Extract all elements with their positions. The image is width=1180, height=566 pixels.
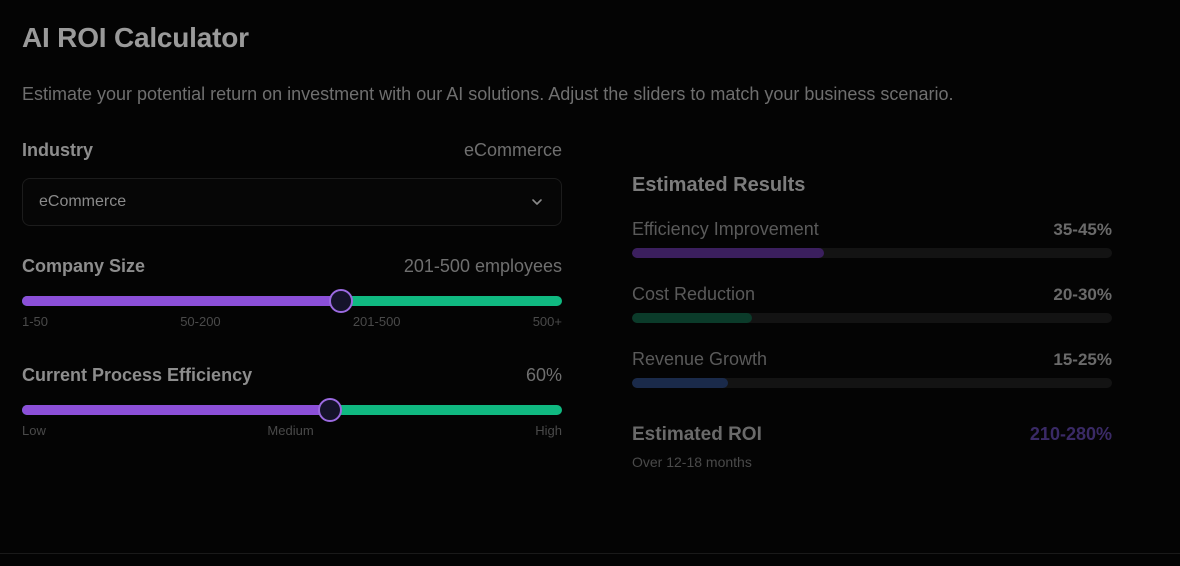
process-efficiency-slider[interactable] (22, 398, 562, 422)
process-efficiency-ticks: Low Medium High (22, 423, 562, 438)
roi-note: Over 12-18 months (632, 454, 752, 470)
company-size-tick: 50-200 (180, 314, 221, 329)
industry-select-value: eCommerce (39, 193, 127, 210)
metric-bar (632, 248, 1112, 258)
metric-header: Revenue Growth 15-25% (632, 349, 1112, 370)
metric-header: Cost Reduction 20-30% (632, 284, 1112, 305)
process-efficiency-field: Current Process Efficiency 60% Low Mediu… (22, 365, 562, 438)
company-size-slider-fill (22, 296, 341, 306)
company-size-ticks: 1-50 50-200 201-500 500+ (22, 314, 562, 329)
page-subtitle: Estimate your potential return on invest… (22, 84, 954, 104)
roi-label: Estimated ROI (632, 424, 762, 445)
metric-cost-reduction: Cost Reduction 20-30% (632, 284, 1112, 323)
company-size-value: 201-500 employees (403, 256, 562, 276)
bottom-divider (0, 553, 1180, 554)
roi-calculator-page: AI ROI Calculator Estimate your potentia… (0, 0, 1180, 566)
process-efficiency-slider-fill (22, 405, 330, 415)
metric-label: Efficiency Improvement (632, 219, 819, 239)
company-size-slider[interactable] (22, 289, 562, 313)
metric-header: Efficiency Improvement 35-45% (632, 219, 1112, 240)
company-size-field: Company Size 201-500 employees 1-50 50-2… (22, 256, 562, 329)
metric-label: Cost Reduction (632, 284, 756, 304)
metric-bar-fill (632, 248, 824, 258)
process-efficiency-slider-thumb[interactable] (317, 398, 342, 422)
input-panel: Industry eCommerce eCommerce Company Siz… (22, 140, 562, 438)
company-size-header: Company Size 201-500 employees (22, 256, 562, 284)
metric-bar (632, 378, 1112, 388)
process-efficiency-tick: Low (22, 423, 46, 438)
industry-value: eCommerce (463, 140, 562, 160)
process-efficiency-value: 60% (525, 365, 562, 385)
roi-header: Estimated ROI 210-280% (632, 424, 1112, 446)
metric-label: Revenue Growth (632, 349, 768, 369)
results-title: Estimated Results (632, 174, 806, 196)
metric-efficiency: Efficiency Improvement 35-45% (632, 219, 1112, 258)
company-size-tick: 1-50 (22, 314, 49, 329)
process-efficiency-header: Current Process Efficiency 60% (22, 365, 562, 393)
process-efficiency-tick: High (535, 423, 562, 438)
metric-value: 20-30% (1053, 285, 1112, 304)
metric-bar (632, 313, 1112, 323)
industry-label: Industry (22, 140, 94, 160)
roi-value: 210-280% (1029, 424, 1112, 444)
company-size-tick: 500+ (532, 314, 562, 329)
page-title: AI ROI Calculator (22, 22, 249, 53)
metric-bar-fill (632, 378, 728, 388)
company-size-slider-thumb[interactable] (328, 289, 353, 313)
process-efficiency-label: Current Process Efficiency (22, 365, 253, 385)
metric-value: 15-25% (1053, 350, 1112, 369)
metric-revenue-growth: Revenue Growth 15-25% (632, 349, 1112, 388)
chevron-down-icon (529, 194, 545, 210)
industry-select[interactable]: eCommerce (22, 178, 562, 226)
company-size-tick: 201-500 (352, 314, 401, 329)
results-panel: Estimated Results Efficiency Improvement… (632, 174, 1112, 470)
metric-bar-fill (632, 313, 752, 323)
metric-value: 35-45% (1053, 220, 1112, 239)
process-efficiency-tick: Medium (267, 423, 314, 438)
industry-header: Industry eCommerce (22, 140, 562, 168)
company-size-label: Company Size (22, 256, 146, 276)
industry-field: Industry eCommerce eCommerce (22, 140, 562, 226)
